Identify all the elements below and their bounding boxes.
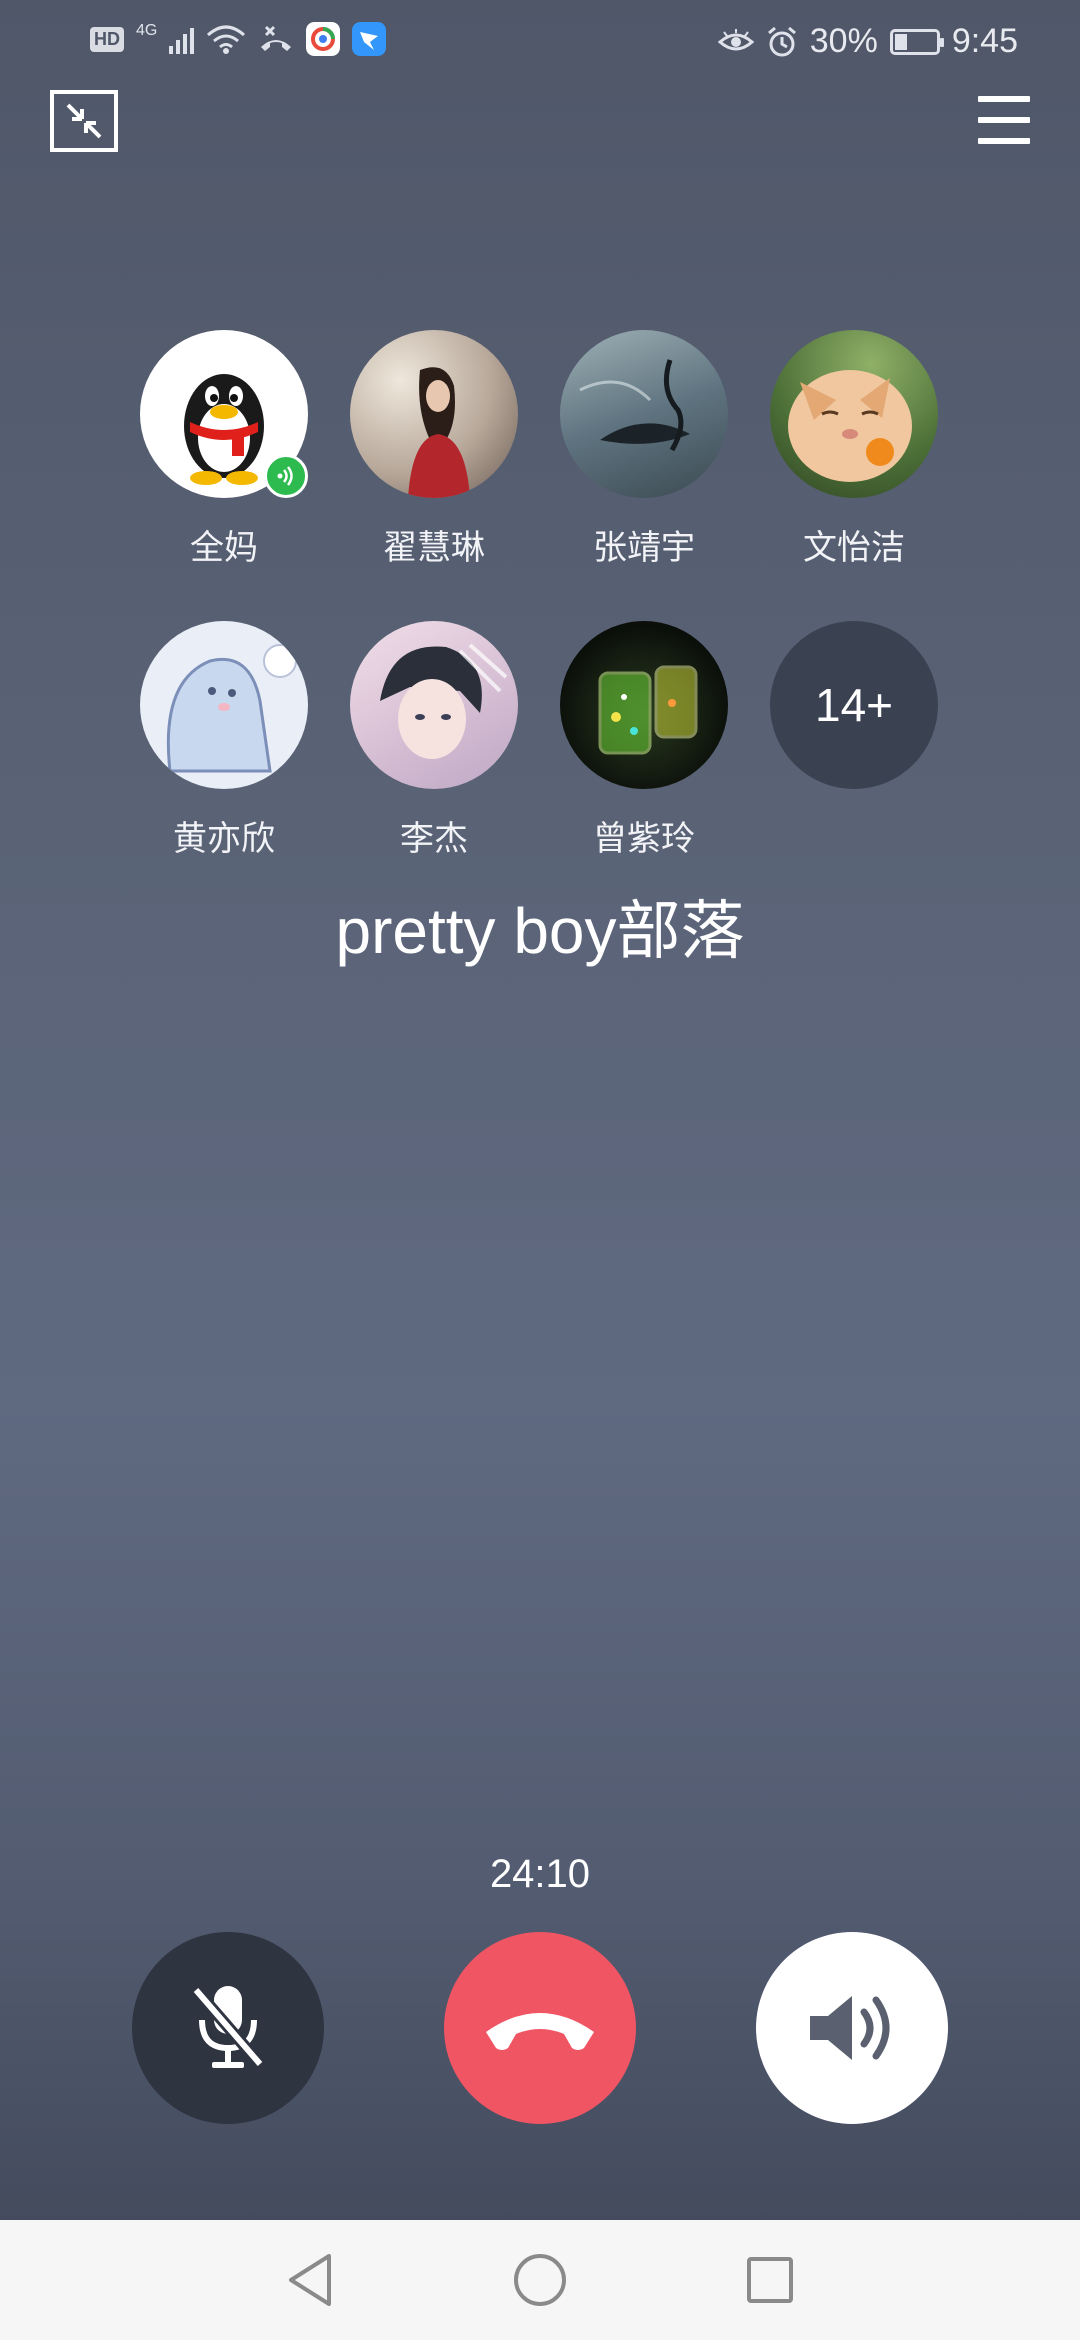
cat-avatar-icon: [770, 330, 938, 498]
mute-button[interactable]: [132, 1932, 324, 2124]
call-duration: 24:10: [489, 1852, 591, 1896]
dingtalk-app-icon: [352, 22, 387, 56]
member-item[interactable]: 张靖宇: [560, 330, 728, 569]
back-button[interactable]: [280, 2250, 340, 2310]
speaker-button[interactable]: [756, 1932, 948, 2124]
member-name: 文怡洁: [803, 529, 905, 567]
browser-app-icon: [306, 22, 341, 56]
menu-line: [978, 138, 1030, 144]
minimize-arrows-icon: [66, 103, 102, 139]
anime-boy-avatar-icon: [350, 621, 518, 789]
speaker-icon: [810, 1996, 890, 2060]
phone-hangup-icon: [486, 2013, 594, 2050]
member-item[interactable]: 黄亦欣: [140, 621, 308, 860]
member-name: 李杰: [400, 820, 468, 858]
home-circle-icon: [514, 2254, 566, 2306]
microphone-off-icon: [191, 1986, 265, 2068]
avatar: [560, 621, 728, 789]
member-name: 曾紫玲: [593, 820, 695, 858]
avatar: [770, 330, 938, 498]
alarm-icon: [767, 26, 796, 56]
avatar: [140, 330, 308, 498]
signal-icon: [169, 24, 195, 54]
recents-button[interactable]: [740, 2250, 800, 2310]
member-name: 黄亦欣: [173, 820, 275, 858]
minimize-call-button[interactable]: [50, 90, 118, 152]
member-name: 翟慧琳: [383, 529, 485, 567]
call-controls: [0, 1932, 1080, 2128]
more-count: 14+: [770, 621, 938, 789]
member-item[interactable]: 曾紫玲: [560, 621, 728, 860]
avatar: [140, 621, 308, 789]
menu-line: [978, 117, 1030, 123]
avatar: [350, 330, 518, 498]
back-triangle-icon: [289, 2254, 331, 2306]
battery-fill: [894, 33, 907, 50]
battery-percent: 30%: [809, 22, 878, 60]
ink-painting-avatar-icon: [560, 330, 728, 498]
menu-button[interactable]: [978, 96, 1030, 144]
status-right: 30% 9:45: [717, 22, 1018, 61]
status-left: HD 4G: [90, 22, 387, 56]
speaking-indicator-icon: [264, 454, 308, 498]
menu-line: [978, 96, 1030, 102]
member-item[interactable]: 翟慧琳: [350, 330, 518, 569]
status-bar: HD 4G 30% 9:45: [0, 0, 1080, 86]
clock: 9:45: [951, 22, 1018, 60]
member-name: 张靖宇: [593, 529, 695, 567]
recents-square-icon: [747, 2257, 793, 2303]
member-name: 全妈: [190, 529, 258, 567]
battery-icon: [889, 28, 944, 55]
member-item[interactable]: 文怡洁: [770, 330, 938, 569]
cartoon-seal-avatar-icon: [140, 621, 308, 789]
avatar: [350, 621, 518, 789]
member-grid: 全妈 翟慧琳 张靖宇 文怡洁 黄亦欣 李杰 曾紫玲 14+: [140, 330, 980, 860]
hang-up-button[interactable]: [444, 1932, 636, 2124]
hd-icon: HD: [90, 26, 124, 52]
glowing-jars-avatar-icon: [560, 621, 728, 789]
woman-portrait-avatar-icon: [350, 330, 518, 498]
system-nav-bar: [0, 2220, 1080, 2340]
member-item[interactable]: 李杰: [350, 621, 518, 860]
network-label: 4G: [136, 22, 158, 39]
member-item[interactable]: 全妈: [140, 330, 308, 569]
more-members-button[interactable]: 14+: [770, 621, 938, 860]
avatar: 14+: [770, 621, 938, 789]
eye-comfort-icon: [717, 28, 754, 50]
wifi-icon: [207, 25, 246, 54]
group-name: pretty boy部落: [335, 895, 745, 967]
missed-call-icon: [261, 25, 292, 51]
avatar: [560, 330, 728, 498]
home-button[interactable]: [510, 2250, 570, 2310]
